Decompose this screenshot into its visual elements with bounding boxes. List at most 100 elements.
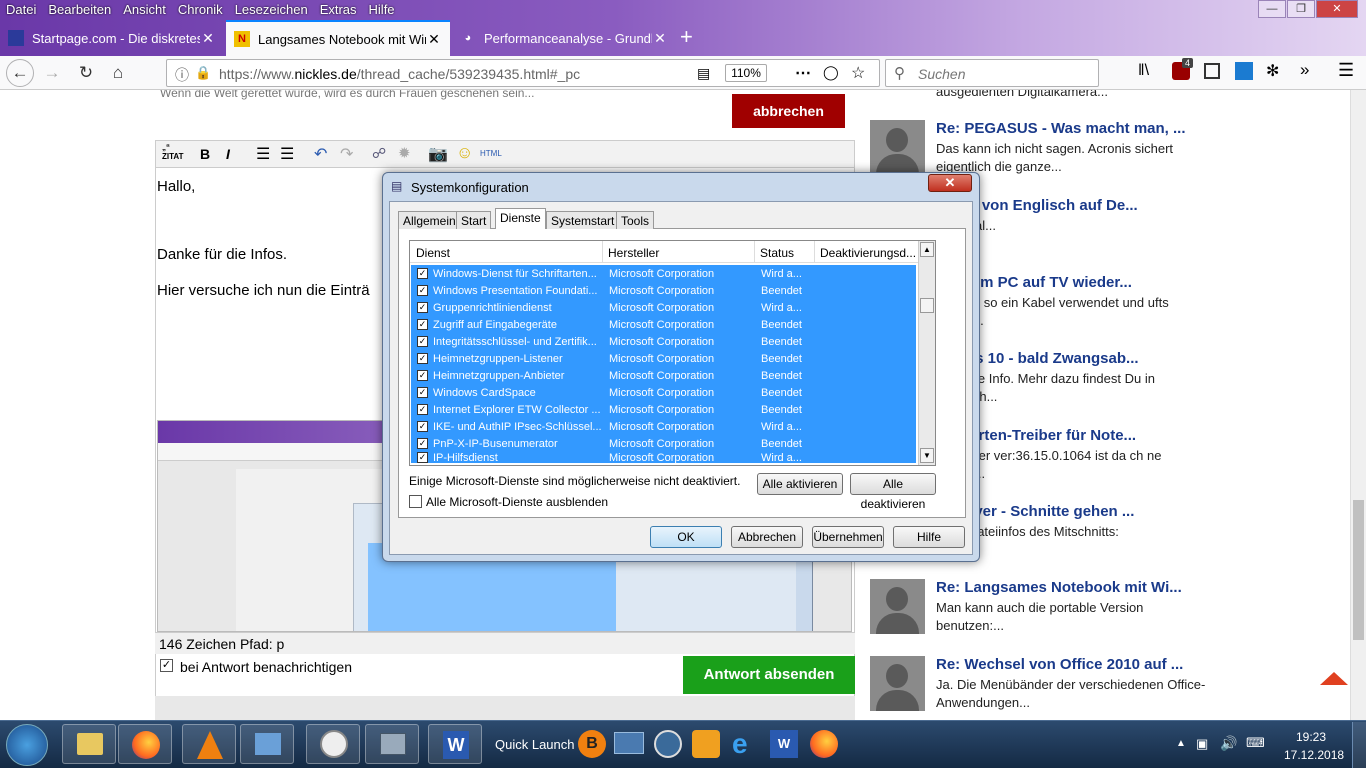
restore-button[interactable]: ❐ <box>1287 0 1315 18</box>
sidebar-post[interactable]: Re: Langsames Notebook mit Wi... Man kann… <box>870 579 1200 649</box>
zoom-indicator[interactable]: 110% <box>725 64 767 82</box>
column-status[interactable]: Status <box>760 246 794 260</box>
quick-launch-outlook-icon[interactable] <box>692 730 720 758</box>
service-checkbox[interactable]: ✓ <box>417 452 428 463</box>
new-tab-icon[interactable]: + <box>680 24 693 50</box>
service-row[interactable]: ✓ Windows-Dienst für Schriftarten... Micro… <box>411 265 916 282</box>
redo-icon[interactable]: ↷ <box>340 144 353 164</box>
service-checkbox[interactable]: ✓ <box>417 353 428 364</box>
internet-explorer-icon[interactable]: e <box>732 728 748 760</box>
cancel-post-button[interactable]: abbrechen <box>732 94 845 128</box>
tab-dienste[interactable]: Dienste <box>495 208 546 229</box>
page-actions-icon[interactable]: ⋯ <box>795 63 811 83</box>
tab-start[interactable]: Start <box>456 211 492 229</box>
service-checkbox[interactable]: ✓ <box>417 285 428 296</box>
page-scrollbar[interactable] <box>1350 90 1366 720</box>
help-button[interactable]: Hilfe <box>893 526 965 548</box>
post-title-link[interactable]: Re: PEGASUS - Was macht man, ... <box>936 120 1186 137</box>
service-row[interactable]: ✓ Heimnetzgruppen-Listener Microsoft Corpo… <box>411 350 916 367</box>
menu-datei[interactable]: Datei <box>0 0 42 20</box>
list-scrollbar[interactable]: ▲ ▼ <box>918 241 935 465</box>
word-taskbar-icon[interactable]: W <box>428 724 482 764</box>
close-tab-icon[interactable]: ✕ <box>426 31 442 48</box>
service-checkbox[interactable]: ✓ <box>417 438 428 449</box>
post-title-link[interactable]: Re: Wechsel von Office 2010 auf ... <box>936 656 1183 673</box>
hide-ms-services-checkbox[interactable] <box>409 495 422 508</box>
quick-launch-monitor-icon[interactable] <box>614 732 644 754</box>
quick-launch-sync-icon[interactable] <box>654 730 682 758</box>
service-row[interactable]: ✓ Internet Explorer ETW Collector ... Micr… <box>411 401 916 418</box>
menu-ansicht[interactable]: Ansicht <box>117 0 172 20</box>
column-hersteller[interactable]: Hersteller <box>608 246 659 260</box>
service-row[interactable]: ✓ PnP-X-IP-Busenumerator Microsoft Corpora… <box>411 435 916 452</box>
service-row[interactable]: ✓ IP-Hilfsdienst Microsoft Corporation Wird… <box>411 452 916 463</box>
pocket-icon[interactable]: ◯ <box>823 64 839 81</box>
tab-tools[interactable]: Tools <box>616 211 655 229</box>
service-checkbox[interactable]: ✓ <box>417 404 428 415</box>
home-icon[interactable]: ⌂ <box>106 62 130 84</box>
show-desktop-button[interactable] <box>1352 722 1366 768</box>
lock-warning-icon[interactable]: 🔒 <box>195 65 211 81</box>
undo-icon[interactable]: ↶ <box>314 144 327 164</box>
submit-reply-button[interactable]: Antwort absenden <box>683 656 855 694</box>
network-icon[interactable]: ▣ <box>1196 736 1208 752</box>
hamburger-menu-icon[interactable]: ☰ <box>1338 60 1354 81</box>
search-bar[interactable]: ⚲ Suchen <box>885 59 1099 87</box>
forward-icon[interactable]: → <box>40 62 64 84</box>
extension-icon[interactable] <box>1235 62 1253 80</box>
firefox-taskbar-icon[interactable] <box>118 724 172 764</box>
dialog-close-button[interactable]: ✕ <box>928 174 972 192</box>
scroll-up-icon[interactable]: ▲ <box>920 242 934 257</box>
tab-systemstart[interactable]: Systemstart <box>546 211 620 229</box>
service-row[interactable]: ✓ Zugriff auf Eingabegeräte Microsoft Corp… <box>411 316 916 333</box>
apply-button[interactable]: Übernehmen <box>812 526 884 548</box>
clock-date[interactable]: 17.12.2018 <box>1284 748 1344 762</box>
sidebar-post[interactable]: Re: Wechsel von Office 2010 auf ... Ja. D… <box>870 656 1205 720</box>
service-checkbox[interactable]: ✓ <box>417 370 428 381</box>
smiley-icon[interactable]: ☺ <box>456 143 473 163</box>
clock-app-icon[interactable] <box>306 724 360 764</box>
bold-button[interactable]: B <box>200 146 210 162</box>
library-icon[interactable]: ‖\ <box>1138 62 1149 80</box>
scroll-to-top-icon[interactable] <box>1320 672 1348 685</box>
column-deaktivierungsdatum[interactable]: Deaktivierungsd... <box>820 246 916 260</box>
service-row[interactable]: ✓ Gruppenrichtliniendienst Microsoft Corpo… <box>411 299 916 316</box>
service-checkbox[interactable]: ✓ <box>417 268 428 279</box>
list-scrollbar-thumb[interactable] <box>920 298 934 313</box>
menu-extras[interactable]: Extras <box>314 0 363 20</box>
numbered-list-icon[interactable]: ☰ <box>280 144 294 164</box>
clock-time[interactable]: 19:23 <box>1296 730 1326 744</box>
menu-lesezeichen[interactable]: Lesezeichen <box>229 0 314 20</box>
tab-startpage[interactable]: Startpage.com - Die diskreteste ✕ <box>0 20 224 56</box>
service-checkbox[interactable]: ✓ <box>417 336 428 347</box>
camera-icon[interactable]: 📷 <box>428 144 448 164</box>
menu-chronik[interactable]: Chronik <box>172 0 229 20</box>
disable-all-button[interactable]: Alle deaktivieren <box>850 473 936 511</box>
link-icon[interactable]: ☍ <box>372 145 386 162</box>
sidebar-icon[interactable] <box>1204 63 1220 79</box>
quick-launch-word-icon[interactable]: W <box>770 730 798 758</box>
tab-performance[interactable]: ◕ Performanceanalyse - Grundlag ✕ <box>452 20 676 56</box>
tray-expand-icon[interactable]: ▲ <box>1176 738 1186 749</box>
cancel-button[interactable]: Abbrechen <box>731 526 803 548</box>
vlc-icon[interactable] <box>182 724 236 764</box>
quote-button[interactable]: „“ ZITAT <box>162 143 183 161</box>
scrollbar-thumb[interactable] <box>1353 500 1364 640</box>
enable-all-button[interactable]: Alle aktivieren <box>757 473 843 495</box>
service-checkbox[interactable]: ✓ <box>417 387 428 398</box>
tab-allgemein[interactable]: Allgemein <box>398 211 461 229</box>
unlink-icon[interactable]: ✹ <box>398 144 411 162</box>
service-checkbox[interactable]: ✓ <box>417 302 428 313</box>
close-tab-icon[interactable]: ✕ <box>652 30 668 47</box>
quick-launch-firefox-icon[interactable] <box>810 730 838 758</box>
overflow-icon[interactable]: » <box>1300 60 1309 80</box>
back-icon[interactable]: ← <box>6 59 34 87</box>
service-row[interactable]: ✓ Integritätsschlüssel- und Zertifik... Mi… <box>411 333 916 350</box>
start-button[interactable] <box>6 724 48 766</box>
reload-icon[interactable]: ↻ <box>74 62 98 84</box>
system-config-taskbar-icon[interactable] <box>365 724 419 764</box>
post-title-link[interactable]: Re: Langsames Notebook mit Wi... <box>936 579 1182 596</box>
bullet-list-icon[interactable]: ☰ <box>256 144 270 164</box>
notify-checkbox[interactable]: ✓ <box>160 659 173 672</box>
explorer-icon[interactable] <box>62 724 116 764</box>
